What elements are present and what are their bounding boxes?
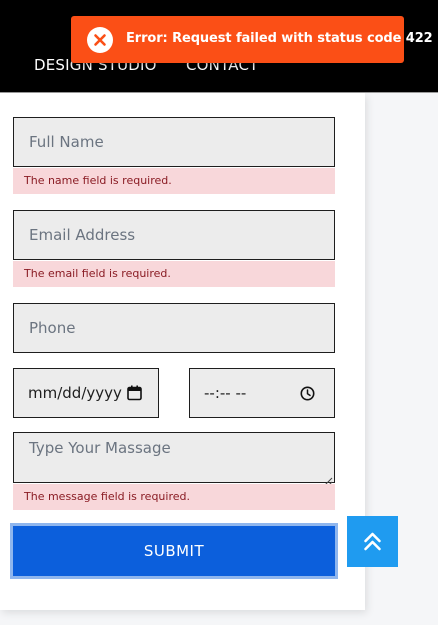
time-input-value: --:-- --	[204, 384, 247, 402]
date-input[interactable]: mm/dd/yyyy	[13, 368, 159, 418]
name-error-message: The name field is required.	[13, 168, 335, 194]
message-textarea[interactable]	[13, 432, 335, 483]
double-chevron-up-icon	[364, 532, 381, 551]
email-error-message: The email field is required.	[13, 261, 335, 287]
clock-icon[interactable]	[300, 386, 315, 405]
toast-message: Error: Request failed with status code 4…	[126, 31, 433, 46]
submit-button[interactable]: SUBMIT	[10, 523, 338, 579]
error-circle-x-icon	[87, 27, 113, 53]
calendar-icon[interactable]	[127, 385, 142, 405]
email-address-input[interactable]	[13, 210, 335, 260]
date-input-value: mm/dd/yyyy	[28, 384, 122, 402]
error-toast[interactable]: Error: Request failed with status code 4…	[71, 16, 433, 63]
phone-input[interactable]	[13, 303, 335, 353]
page: DESIGN STUDIO CONTACT The name field is …	[0, 0, 438, 625]
full-name-input[interactable]	[13, 117, 335, 167]
scroll-to-top-button[interactable]	[347, 516, 398, 567]
time-input[interactable]: --:-- --	[189, 368, 335, 418]
message-error-message: The message field is required.	[13, 484, 335, 510]
